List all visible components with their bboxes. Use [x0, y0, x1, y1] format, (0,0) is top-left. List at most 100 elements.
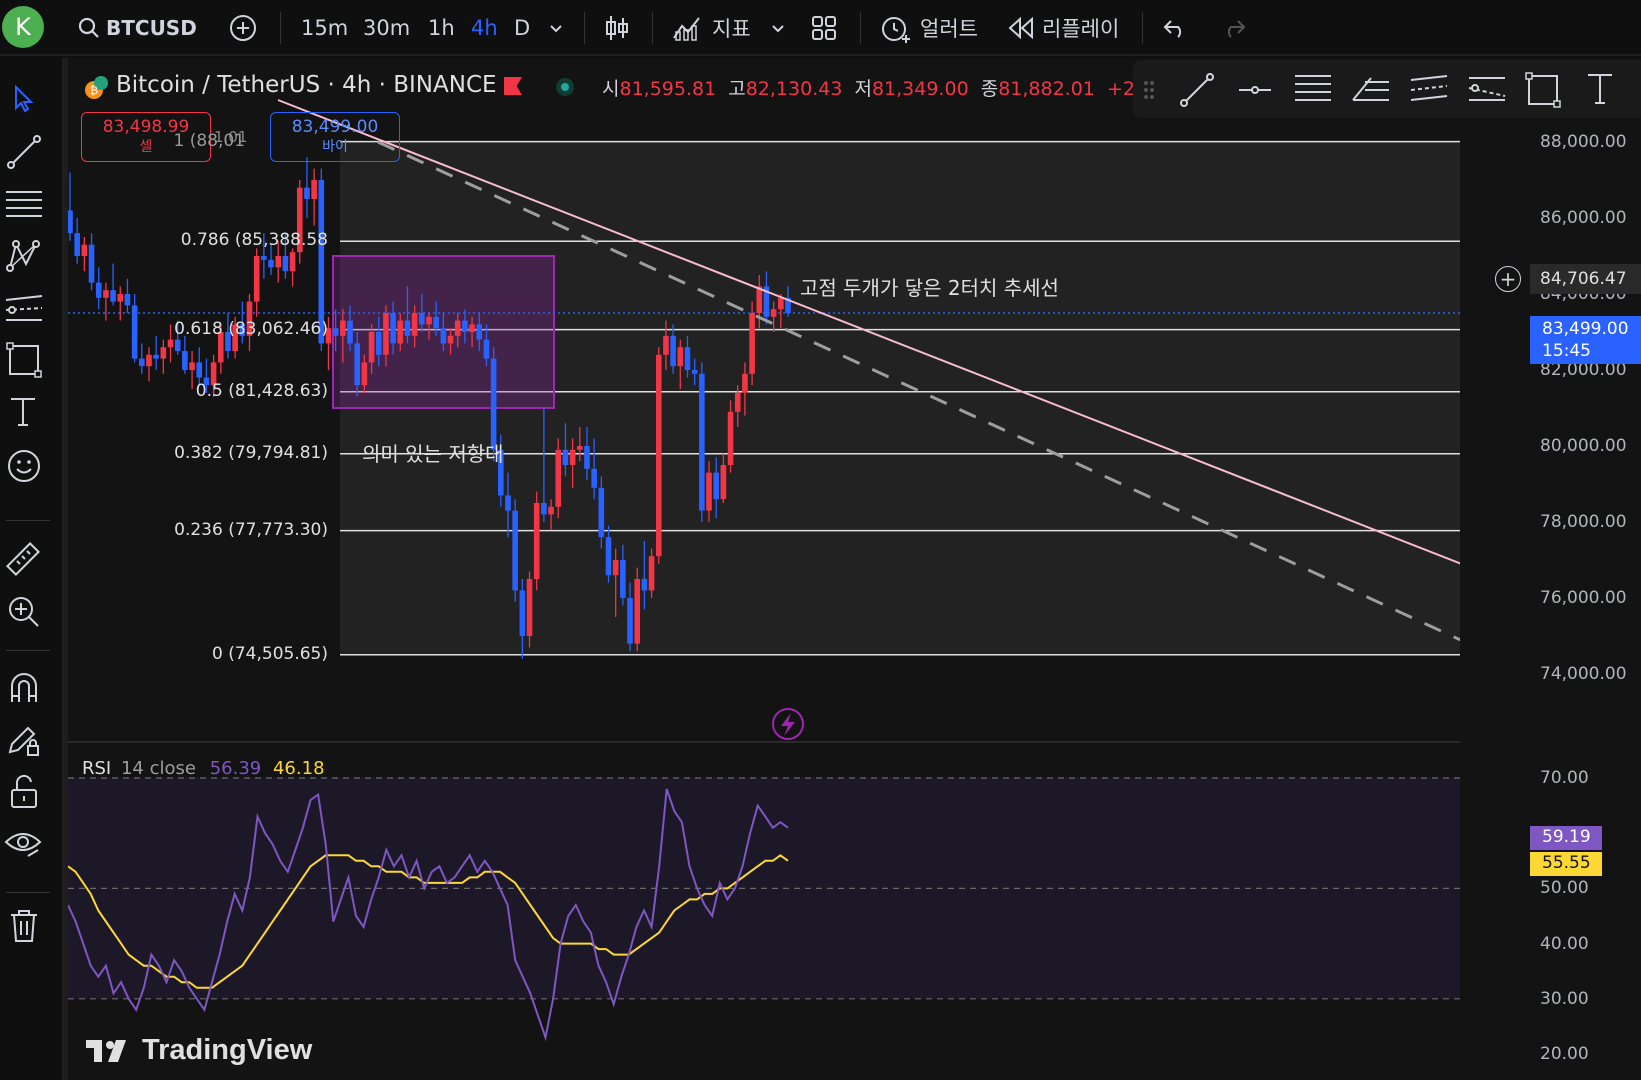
candle-body[interactable]	[361, 362, 368, 386]
candle-body[interactable]	[160, 347, 167, 359]
undo-button[interactable]	[1163, 0, 1187, 56]
replay-button[interactable]: 리플레이	[1008, 0, 1119, 56]
candle-body[interactable]	[612, 560, 619, 576]
horizontal-ray-icon[interactable]	[1237, 72, 1273, 108]
candle-body[interactable]	[368, 332, 375, 363]
candle-body[interactable]	[167, 339, 174, 348]
trendline-annotation[interactable]: 고점 두개가 닿은 2터치 추세선	[800, 272, 1059, 301]
candle-body[interactable]	[275, 256, 282, 268]
user-avatar[interactable]: K	[2, 6, 44, 48]
candle-body[interactable]	[419, 313, 425, 325]
candle-body[interactable]	[354, 343, 360, 386]
candle-body[interactable]	[727, 411, 734, 465]
symbol-search-button[interactable]: BTCUSD	[78, 0, 197, 56]
candle-body[interactable]	[691, 370, 698, 374]
candle-body[interactable]	[598, 487, 605, 538]
buy-button[interactable]: 83,499.00 바이	[270, 112, 400, 162]
candle-body[interactable]	[103, 290, 109, 298]
legend-title[interactable]: Bitcoin / TetherUS · 4h · BINANCE	[116, 72, 497, 98]
candle-body[interactable]	[627, 598, 633, 644]
chart-type-button[interactable]	[604, 0, 630, 56]
candle-body[interactable]	[88, 244, 95, 283]
candle-body[interactable]	[440, 328, 447, 344]
candle-body[interactable]	[131, 305, 138, 359]
fib-retracement-icon[interactable]	[4, 188, 44, 222]
candle-body[interactable]	[282, 256, 289, 272]
candle-body[interactable]	[548, 506, 554, 515]
candle-body[interactable]	[332, 328, 339, 336]
candle-body[interactable]	[526, 579, 533, 636]
candle-body[interactable]	[641, 579, 648, 591]
candle-body[interactable]	[153, 354, 159, 359]
candle-body[interactable]	[74, 233, 80, 256]
trend-line-icon[interactable]	[6, 134, 42, 170]
chart-canvas[interactable]	[68, 58, 1641, 1080]
text-icon[interactable]	[1585, 72, 1615, 106]
timeframe-1h[interactable]: 1h	[428, 0, 455, 56]
trash-icon[interactable]	[8, 908, 40, 944]
timeframe-30m[interactable]: 30m	[363, 0, 410, 56]
candle-body[interactable]	[253, 256, 260, 302]
candle-body[interactable]	[110, 290, 116, 302]
candle-body[interactable]	[734, 392, 741, 412]
tradingview-logo[interactable]: TradingView	[86, 1034, 312, 1067]
candle-body[interactable]	[749, 313, 755, 374]
candle-body[interactable]	[261, 256, 267, 260]
candle-body[interactable]	[670, 335, 676, 367]
candle-body[interactable]	[533, 503, 540, 579]
ruler-icon[interactable]	[4, 540, 42, 578]
candle-body[interactable]	[347, 320, 353, 344]
candle-body[interactable]	[139, 358, 145, 367]
candle-body[interactable]	[778, 297, 784, 310]
compare-symbol-button[interactable]	[229, 0, 257, 56]
cursor-icon[interactable]	[10, 84, 36, 114]
candle-body[interactable]	[433, 316, 439, 329]
redo-button[interactable]	[1222, 0, 1246, 56]
candle-body[interactable]	[95, 282, 102, 298]
candle-body[interactable]	[720, 465, 727, 500]
candle-body[interactable]	[562, 449, 569, 465]
candle-body[interactable]	[505, 495, 511, 511]
candle-body[interactable]	[677, 347, 684, 367]
fib-retracement-icon[interactable]	[1293, 72, 1333, 108]
candle-body[interactable]	[576, 446, 583, 450]
trend-line-icon[interactable]	[1179, 72, 1215, 108]
emoji-icon[interactable]	[6, 448, 42, 484]
timeframe-4h[interactable]: 4h	[471, 0, 498, 56]
candle-body[interactable]	[469, 324, 475, 332]
candle-body[interactable]	[390, 313, 396, 344]
zoom-in-icon[interactable]	[6, 594, 42, 630]
pattern-icon[interactable]	[6, 238, 42, 274]
resistance-annotation[interactable]: 의미 있는 저항대	[362, 438, 504, 467]
candle-body[interactable]	[655, 354, 662, 557]
candle-body[interactable]	[375, 332, 382, 355]
candle-body[interactable]	[426, 316, 432, 325]
alert-button[interactable]: 얼러트	[880, 0, 978, 56]
candle-body[interactable]	[397, 320, 404, 344]
candle-body[interactable]	[742, 373, 748, 393]
magnet-icon[interactable]	[6, 670, 42, 706]
candle-body[interactable]	[512, 510, 518, 591]
candle-body[interactable]	[648, 556, 655, 591]
candle-body[interactable]	[117, 294, 124, 302]
market-status-icon[interactable]	[556, 78, 574, 96]
text-icon[interactable]	[8, 396, 38, 428]
layout-button[interactable]	[811, 0, 837, 56]
candle-body[interactable]	[476, 324, 483, 340]
candle-body[interactable]	[81, 244, 88, 256]
candle-body[interactable]	[569, 449, 576, 465]
candle-body[interactable]	[311, 180, 317, 199]
candle-body[interactable]	[519, 590, 526, 636]
candle-body[interactable]	[68, 210, 73, 234]
candle-body[interactable]	[684, 347, 691, 370]
timeframe-d[interactable]: D	[514, 0, 530, 56]
candle-body[interactable]	[483, 339, 490, 359]
fib-speed-icon[interactable]	[1467, 72, 1507, 108]
fib-extension-icon[interactable]	[1351, 72, 1391, 108]
candle-body[interactable]	[304, 187, 310, 199]
timeframe-15m[interactable]: 15m	[301, 0, 348, 56]
candle-body[interactable]	[146, 354, 152, 367]
unlock-icon[interactable]	[8, 774, 40, 810]
candle-body[interactable]	[706, 472, 712, 511]
candle-body[interactable]	[411, 313, 418, 336]
